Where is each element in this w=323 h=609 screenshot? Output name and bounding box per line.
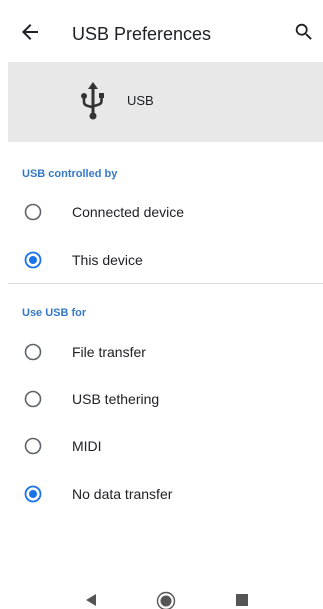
- usb-icon: [79, 80, 107, 120]
- option-label: No data transfer: [72, 486, 173, 502]
- page-title: USB Preferences: [72, 24, 212, 44]
- search-icon: [295, 23, 312, 40]
- section-header-usb-controlled-by: USB controlled by: [22, 168, 118, 180]
- nav-back-icon[interactable]: [84, 593, 98, 607]
- option-label: MIDI: [72, 438, 102, 454]
- radio-unselected-icon[interactable]: [24, 343, 42, 361]
- option-label: Connected device: [72, 204, 185, 220]
- option-usb-tethering[interactable]: USB tethering: [0, 377, 323, 421]
- usb-preferences-screen: USB Preferences USB USB controlled by Co…: [0, 0, 323, 609]
- system-navigation-bar: [0, 583, 323, 609]
- radio-selected-icon[interactable]: [24, 485, 42, 503]
- option-no-data-transfer[interactable]: No data transfer: [0, 472, 323, 516]
- nav-recents-icon[interactable]: [236, 593, 248, 606]
- radio-unselected-icon[interactable]: [24, 437, 42, 455]
- option-connected-device[interactable]: Connected device: [0, 190, 323, 234]
- option-label: This device: [72, 252, 143, 268]
- nav-home-icon[interactable]: [156, 591, 176, 609]
- option-label: USB tethering: [72, 391, 160, 407]
- radio-unselected-icon[interactable]: [24, 203, 42, 221]
- option-this-device[interactable]: This device: [0, 238, 323, 282]
- section-header-use-usb-for: Use USB for: [22, 307, 87, 319]
- option-label: File transfer: [72, 344, 146, 360]
- section-divider: [8, 283, 323, 284]
- back-button[interactable]: [18, 20, 42, 44]
- option-file-transfer[interactable]: File transfer: [0, 330, 323, 374]
- option-midi[interactable]: MIDI: [0, 424, 323, 468]
- search-button[interactable]: [293, 21, 315, 43]
- radio-selected-icon[interactable]: [24, 251, 42, 269]
- arrow-left-icon: [22, 24, 38, 40]
- radio-unselected-icon[interactable]: [24, 390, 42, 408]
- usb-header-label: USB: [127, 93, 154, 108]
- app-bar: USB Preferences: [0, 0, 323, 62]
- usb-header-card: USB: [8, 62, 323, 142]
